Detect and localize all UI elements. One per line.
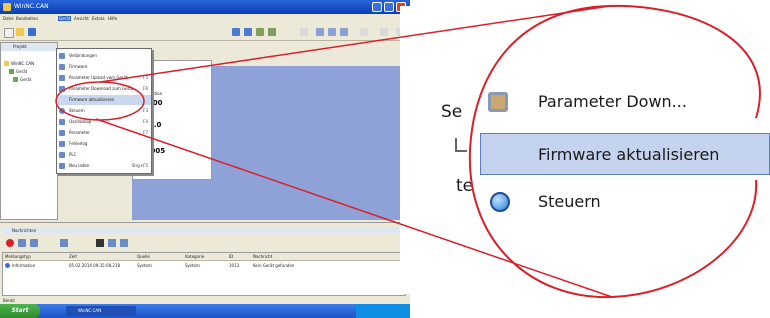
zoom-annotation [55, 4, 761, 299]
connector-line [99, 5, 611, 83]
connector-line [95, 118, 613, 298]
source-circle [55, 81, 145, 121]
zoom-circle [468, 4, 761, 299]
